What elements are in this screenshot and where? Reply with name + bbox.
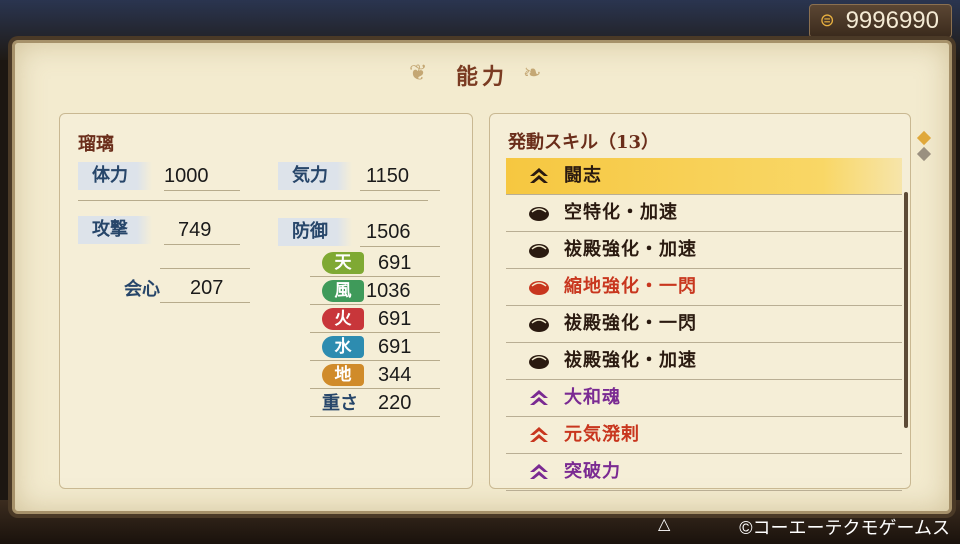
- coin-icon: ⊜: [819, 10, 835, 30]
- weight-value: 220: [378, 392, 412, 414]
- ki-value: 1150: [366, 165, 410, 187]
- page-indicator-active-icon: [916, 130, 932, 146]
- soul-orb-icon: [528, 277, 550, 297]
- divider: [160, 268, 250, 269]
- skill-row[interactable]: 元気溌剌: [506, 417, 902, 454]
- divider: [310, 332, 440, 333]
- skill-name: 縮地強化・一閃: [564, 276, 697, 297]
- divider: [160, 302, 250, 303]
- hp-label: 体力: [78, 162, 152, 190]
- skill-row[interactable]: 空特化・加速: [506, 195, 902, 232]
- weight-label: 重さ: [322, 393, 358, 414]
- element-wind-value: 1036: [366, 280, 411, 302]
- skill-name: 祓殿強化・一閃: [564, 313, 697, 334]
- element-heaven-value: 691: [378, 252, 412, 274]
- skill-name: 祓殿強化・加速: [564, 239, 697, 260]
- element-fire-badge: 火: [322, 308, 364, 330]
- element-fire-value: 691: [378, 308, 412, 330]
- divider: [164, 244, 240, 245]
- element-water-badge: 水: [322, 336, 364, 358]
- divider: [360, 190, 440, 191]
- element-water-value: 691: [378, 336, 412, 358]
- chevron-up-icon: [528, 462, 550, 482]
- skills-scrollbar[interactable]: [904, 192, 908, 428]
- divider: [310, 304, 440, 305]
- skill-row[interactable]: 大和魂: [506, 380, 902, 417]
- copyright-text: ©コーエーテクモゲームス: [739, 518, 950, 538]
- skill-row[interactable]: 祓殿強化・加速: [506, 343, 902, 380]
- page-indicator-icon: [916, 146, 932, 162]
- skill-name: 大和魂: [564, 387, 621, 408]
- attack-value: 749: [178, 219, 212, 241]
- character-name: 瑠璃: [78, 134, 114, 155]
- skill-row[interactable]: 祓殿強化・一閃: [506, 306, 902, 343]
- element-heaven-badge: 天: [322, 252, 364, 274]
- defense-label: 防御: [278, 218, 352, 246]
- soul-orb-icon: [528, 240, 550, 260]
- skill-name: 空特化・加速: [564, 202, 678, 223]
- chevron-up-icon: [528, 425, 550, 445]
- skill-row[interactable]: 祓殿強化・加速: [506, 232, 902, 269]
- currency-display: ⊜ 9996990: [808, 4, 952, 38]
- skill-row[interactable]: 突破力: [506, 454, 902, 491]
- divider: [310, 360, 440, 361]
- element-earth-value: 344: [378, 364, 412, 386]
- critical-value: 207: [190, 277, 224, 299]
- skill-row[interactable]: 縮地強化・一閃: [506, 269, 902, 306]
- critical-label: 会心: [124, 279, 160, 300]
- element-wind-badge: 風: [322, 280, 364, 302]
- skill-list: 闘志空特化・加速 祓殿強化・加速 縮地強化・一閃 祓殿強化・一閃 祓殿強化・加速 大和魂元…: [506, 158, 902, 491]
- currency-amount: 9996990: [845, 7, 939, 34]
- ability-scroll-panel: ❦ 能力 ❧ 瑠璃 体力 1000 気力 1150 攻撃 749 防御 1506…: [12, 40, 952, 514]
- divider: [78, 200, 428, 201]
- soul-orb-icon: [528, 314, 550, 334]
- hp-value: 1000: [164, 165, 209, 187]
- page-title: 能力: [455, 64, 508, 90]
- chevron-up-icon: [528, 166, 550, 186]
- skill-row[interactable]: 闘志: [506, 158, 902, 195]
- laurel-right-icon: ❧: [523, 61, 542, 86]
- divider: [310, 416, 440, 417]
- stats-panel: 瑠璃 体力 1000 気力 1150 攻撃 749 防御 1506 天 691 …: [59, 113, 473, 489]
- skill-name: 祓殿強化・加速: [564, 350, 697, 371]
- skill-name: 闘志: [564, 165, 602, 186]
- skill-name: 元気溌剌: [564, 424, 640, 445]
- soul-orb-icon: [528, 203, 550, 223]
- skills-header: 発動スキル（13）: [508, 132, 660, 153]
- triangle-button-icon[interactable]: △: [658, 514, 670, 534]
- chevron-up-icon: [528, 388, 550, 408]
- attack-label: 攻撃: [78, 216, 152, 244]
- divider: [360, 246, 440, 247]
- skill-name: 突破力: [564, 461, 621, 482]
- skills-panel: 発動スキル（13） 闘志空特化・加速 祓殿強化・加速 縮地強化・一閃 祓殿強化・一閃祓…: [489, 113, 911, 491]
- element-earth-badge: 地: [322, 364, 364, 386]
- divider: [164, 190, 240, 191]
- ki-label: 気力: [278, 162, 352, 190]
- divider: [310, 388, 440, 389]
- defense-value: 1506: [366, 221, 411, 243]
- soul-orb-icon: [528, 351, 550, 371]
